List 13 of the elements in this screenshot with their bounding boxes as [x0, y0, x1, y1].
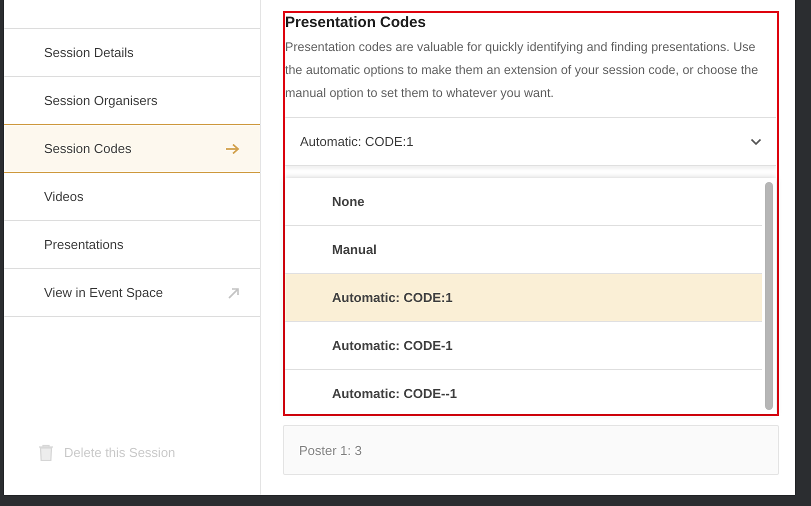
dropdown-option[interactable]: Automatic: CODE-1	[285, 322, 762, 370]
dropdown-option[interactable]: None	[285, 178, 762, 226]
section-description: Presentation codes are valuable for quickly identifying and finding presentations. Use the automatic options to make them an extension of your session code, or choose the manual option to set them to whatever you want.	[285, 39, 760, 102]
scrollbar-thumb[interactable]	[765, 182, 773, 410]
sidebar-item[interactable]: Session Codes	[4, 124, 260, 173]
section-title: Presentation Codes	[285, 13, 427, 33]
dropdown-option[interactable]: Automatic: CODE--1	[285, 370, 762, 414]
trash-icon	[38, 444, 54, 461]
diagonal-arrow-icon	[228, 286, 240, 298]
arrow-right-icon	[225, 142, 240, 154]
dropdown-option[interactable]: Automatic: CODE:1	[285, 274, 762, 322]
chevron-down-icon	[750, 138, 762, 146]
code-select[interactable]: Automatic: CODE:1	[285, 117, 776, 166]
